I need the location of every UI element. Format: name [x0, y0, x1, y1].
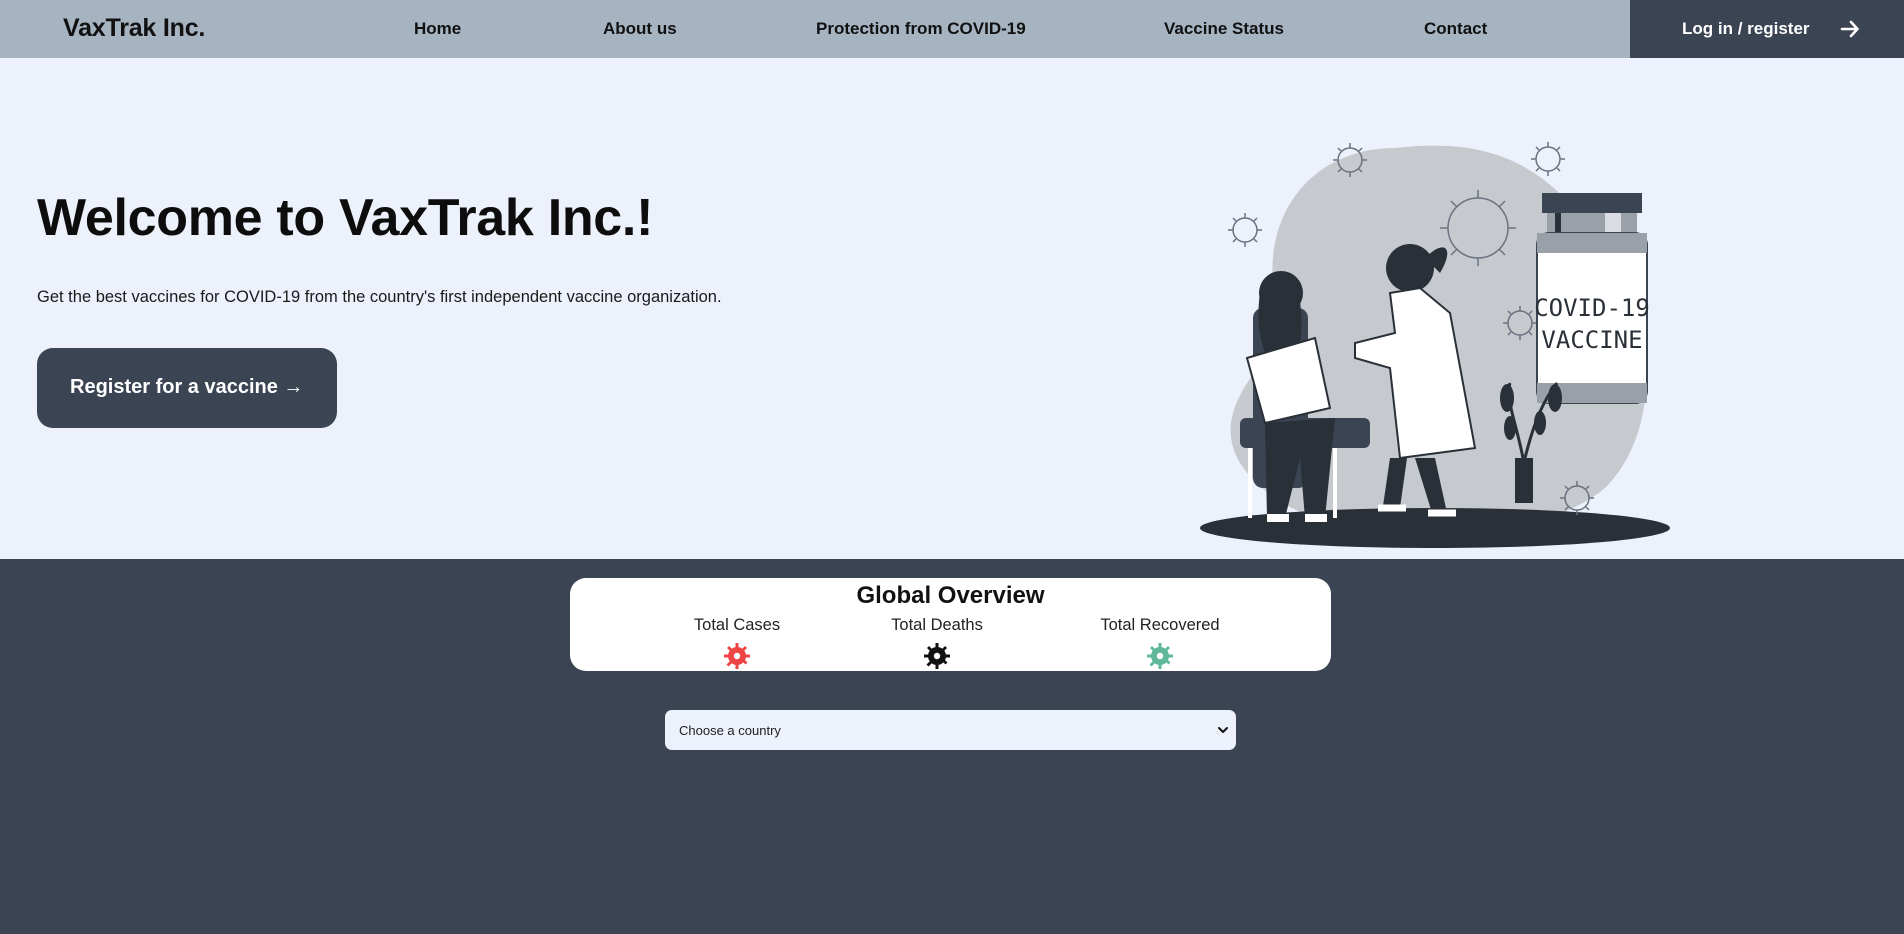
stat-total-deaths: Total Deaths: [887, 616, 987, 671]
hero-subtitle: Get the best vaccines for COVID-19 from …: [37, 288, 722, 306]
vaccination-illustration: COVID-19 VACCINE: [1200, 142, 1670, 548]
hero-section: Welcome to VaxTrak Inc.! Get the best va…: [0, 58, 1904, 559]
login-register-label: Log in / register: [1682, 19, 1810, 38]
global-overview-title: Global Overview: [856, 582, 1045, 609]
country-select[interactable]: Choose a country: [665, 710, 1236, 750]
global-overview-card: Global Overview Total Cases Total Deaths…: [570, 578, 1331, 671]
nav-link-vaccine-status[interactable]: Vaccine Status: [1164, 19, 1284, 39]
stat-total-recovered: Total Recovered: [1095, 616, 1225, 671]
nav-link-home[interactable]: Home: [414, 19, 461, 39]
vaccine-label-line2: VACCINE: [1541, 326, 1642, 354]
login-register-button[interactable]: Log in / register: [1630, 0, 1904, 58]
stat-total-deaths-label: Total Deaths: [891, 616, 983, 634]
stat-total-cases-label: Total Cases: [693, 616, 781, 634]
vaccine-label-line1: COVID-19: [1534, 294, 1650, 322]
nav-link-about[interactable]: About us: [603, 19, 677, 39]
register-vaccine-button[interactable]: Register for a vaccine →: [37, 348, 337, 428]
virus-icon: [924, 643, 950, 669]
top-navbar: VaxTrak Inc. Home About us Protection fr…: [0, 0, 1904, 58]
country-select-value: Choose a country: [679, 723, 781, 738]
virus-icon: [1147, 643, 1173, 669]
register-vaccine-label: Register for a vaccine →: [70, 376, 304, 398]
stat-total-recovered-label: Total Recovered: [1100, 616, 1220, 634]
brand-logo[interactable]: VaxTrak Inc.: [63, 14, 205, 43]
hero-title: Welcome to VaxTrak Inc.!: [37, 189, 654, 247]
stat-total-cases: Total Cases: [684, 616, 790, 671]
arrow-right-icon: [1840, 20, 1859, 38]
chevron-down-icon: [1218, 727, 1228, 733]
nav-link-protection[interactable]: Protection from COVID-19: [816, 19, 1026, 39]
virus-icon: [724, 643, 750, 669]
nav-link-contact[interactable]: Contact: [1424, 19, 1487, 39]
